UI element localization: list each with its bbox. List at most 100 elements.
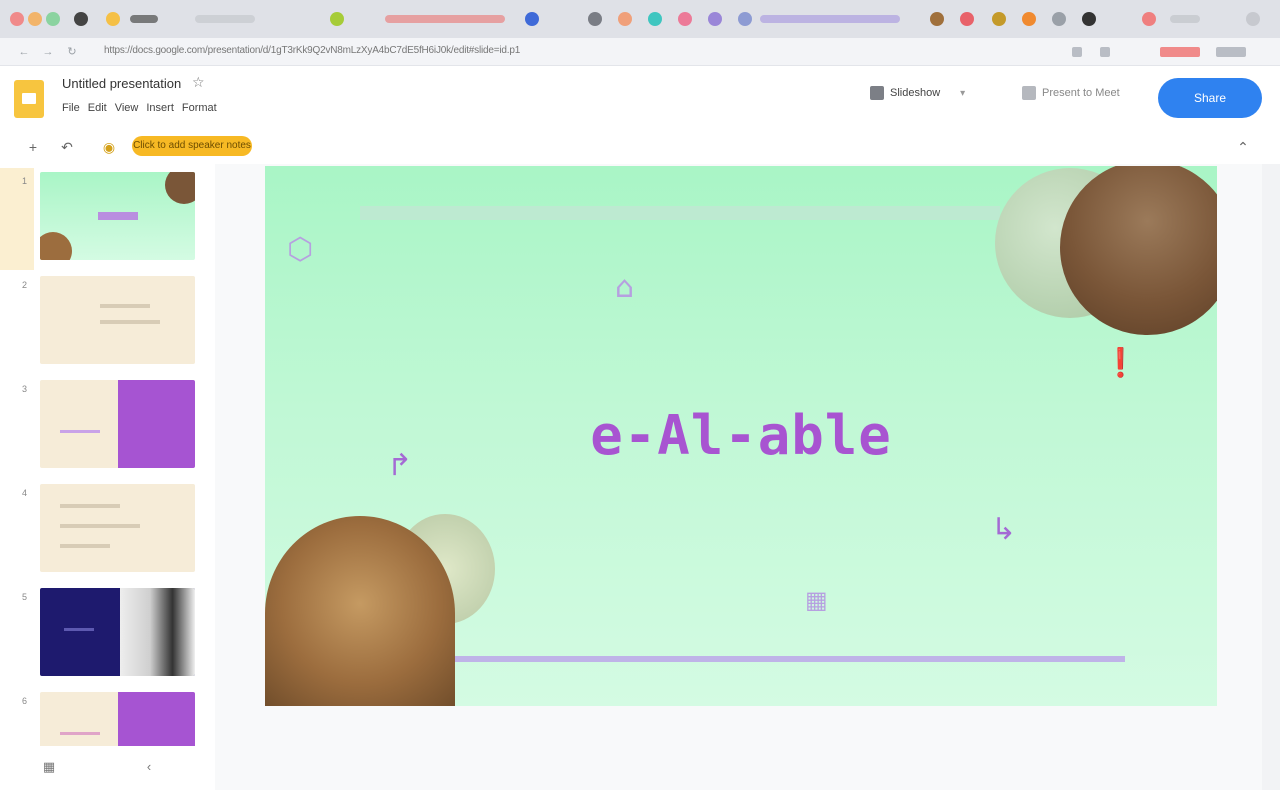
slide-number: 6 [22,696,28,706]
thumb-photo [40,232,72,260]
forward-icon[interactable]: → [42,46,54,58]
thumb-line [60,504,120,508]
thumb-panel [118,692,195,750]
slide-number: 2 [22,280,28,290]
tab-favicon[interactable] [738,12,752,26]
slide-thumbnail-3[interactable] [40,380,195,468]
tab[interactable] [1170,15,1200,23]
slide-number: 3 [22,384,28,394]
tab-favicon[interactable] [960,12,974,26]
slide-canvas: ⬡ ⌂ ❗ ↱ ↳ ▦ e-Al‑able [215,164,1280,790]
tab-favicon[interactable] [10,12,24,26]
tab-favicon[interactable] [588,12,602,26]
present-meet-label: Present to Meet [1042,87,1120,99]
thumb-line [60,544,110,548]
tab-favicon[interactable] [1052,12,1066,26]
thumb-line [60,732,100,735]
vertical-scrollbar[interactable] [1262,164,1280,790]
tab[interactable] [130,15,158,23]
tab[interactable] [195,15,255,23]
slide-number: 1 [22,176,28,186]
slide-thumbnail-4[interactable] [40,484,195,572]
thumb-photo [165,172,195,204]
slide-number: 4 [22,488,28,498]
tab-favicon[interactable] [708,12,722,26]
reload-icon[interactable]: ↻ [66,46,78,58]
chevron-down-icon[interactable]: ▾ [960,88,965,99]
filmstrip-footer: ▦ ‹ [0,746,215,790]
paint-format-icon[interactable]: ◉ [100,138,118,156]
tab-favicon[interactable] [46,12,60,26]
menu-insert[interactable]: Insert [146,102,174,114]
slideshow-icon [870,86,884,100]
url-field[interactable]: https://docs.google.com/presentation/d/1… [104,45,874,59]
thumb-line [64,628,94,631]
tab-favicon[interactable] [74,12,88,26]
slide-thumbnail-6[interactable] [40,692,195,750]
photo-circle-bottom-left[interactable] [265,516,455,706]
tab-favicon[interactable] [1142,12,1156,26]
thumb-line [100,320,160,324]
tab-favicon[interactable] [1022,12,1036,26]
tab-favicon[interactable] [618,12,632,26]
slides-logo-icon[interactable] [14,80,44,118]
tab-favicon[interactable] [106,12,120,26]
hexagon-outline-icon: ⬡ [287,232,314,267]
star-icon[interactable]: ☆ [192,74,205,91]
menu-edit[interactable]: Edit [88,102,107,114]
tab-favicon[interactable] [648,12,662,26]
profile-badge[interactable] [1160,47,1200,57]
tab-favicon[interactable] [992,12,1006,26]
grid-outline-icon: ▦ [805,586,828,614]
new-tab-icon[interactable] [1246,12,1260,26]
thumb-line [100,304,150,308]
slide-filmstrip: 1 2 3 4 5 6 [0,164,215,790]
corner-arrow-icon: ↳ [991,512,1017,547]
tab-favicon[interactable] [1082,12,1096,26]
document-title[interactable]: Untitled presentation [62,76,181,91]
tab-favicon[interactable] [28,12,42,26]
collapse-toolbar-icon[interactable]: ⌃ [1234,138,1252,156]
address-bar-row: ← → ↻ https://docs.google.com/presentati… [0,38,1280,66]
tab-favicon[interactable] [678,12,692,26]
top-accent-line [360,206,1000,220]
speaker-notes-hint[interactable]: Click to add speaker notes [132,136,252,156]
back-icon[interactable]: ← [18,46,30,58]
tab[interactable] [385,15,505,23]
menu-file[interactable]: File [62,102,80,114]
browser-tab-strip [0,0,1280,38]
menu-format[interactable]: Format [182,102,217,114]
meet-icon [1022,86,1036,100]
app-header: Untitled presentation ☆ File Edit View I… [0,66,1280,130]
slide-number: 5 [22,592,28,602]
current-slide[interactable]: ⬡ ⌂ ❗ ↱ ↳ ▦ e-Al‑able [265,166,1217,706]
bookmark-icon[interactable] [1072,47,1082,57]
bottom-accent-line [455,656,1125,662]
undo-icon[interactable]: ↶ [58,138,76,156]
thumb-line [60,524,140,528]
tab-favicon[interactable] [330,12,344,26]
filmstrip-view-icon[interactable]: ‹ [140,758,158,776]
slide-thumbnail-5[interactable] [40,588,195,676]
selected-slide-marker [0,168,34,270]
house-outline-icon: ⌂ [615,270,635,305]
present-meet-button[interactable]: Present to Meet [1022,86,1120,100]
exclamation-icon: ❗ [1103,346,1138,379]
slide-title[interactable]: e-Al‑able [265,404,1217,467]
thumb-title [98,212,138,220]
slide-thumbnail-1[interactable] [40,172,195,260]
thumb-panel [118,380,195,468]
slideshow-button[interactable]: Slideshow ▾ [870,86,965,100]
add-slide-icon[interactable]: + [24,138,42,156]
menu-icon[interactable] [1216,47,1246,57]
tab-favicon[interactable] [525,12,539,26]
menu-view[interactable]: View [115,102,139,114]
share-button[interactable]: Share [1158,78,1262,118]
slide-thumbnail-2[interactable] [40,276,195,364]
grid-view-icon[interactable]: ▦ [40,758,58,776]
slideshow-label: Slideshow [890,87,941,99]
tab[interactable] [760,15,900,23]
extension-icon[interactable] [1100,47,1110,57]
thumb-line [60,430,100,433]
tab-favicon[interactable] [930,12,944,26]
